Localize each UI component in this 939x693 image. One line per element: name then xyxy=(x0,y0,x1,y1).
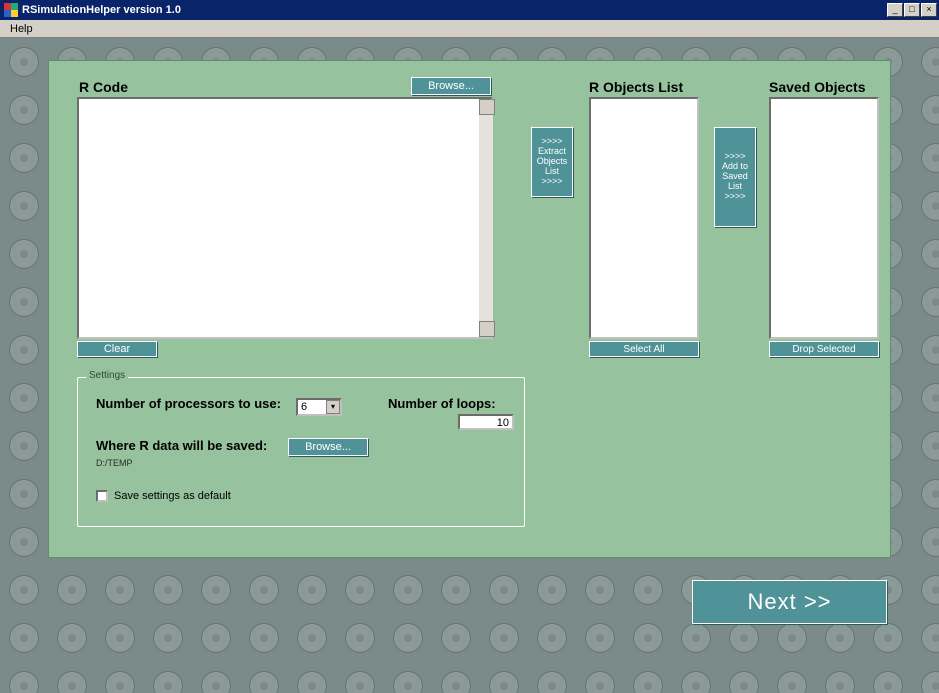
clear-button[interactable]: Clear xyxy=(77,341,157,357)
maximize-button[interactable]: □ xyxy=(904,3,920,17)
menu-bar: Help xyxy=(0,20,939,38)
chevron-down-icon: ▾ xyxy=(326,400,340,414)
select-all-button[interactable]: Select All xyxy=(589,341,699,357)
app-icon xyxy=(4,3,18,17)
saved-objects-listbox[interactable] xyxy=(769,97,879,339)
save-path-text: D:/TEMP xyxy=(96,458,133,468)
label-saved: Saved Objects xyxy=(769,79,866,95)
label-robjects: R Objects List xyxy=(589,79,683,95)
save-default-checkbox[interactable] xyxy=(96,490,108,502)
extract-objects-button[interactable]: >>>> Extract Objects List >>>> xyxy=(531,127,573,197)
window-titlebar: RSimulationHelper version 1.0 _ □ × xyxy=(0,0,939,20)
label-rcode: R Code xyxy=(79,79,128,95)
browse-code-button[interactable]: Browse... xyxy=(411,77,491,95)
browse-savepath-button[interactable]: Browse... xyxy=(288,438,368,456)
code-scrollbar[interactable] xyxy=(479,99,493,337)
drop-selected-button[interactable]: Drop Selected xyxy=(769,341,879,357)
r-code-textarea[interactable] xyxy=(77,97,493,339)
processors-value: 6 xyxy=(301,401,307,413)
r-objects-listbox[interactable] xyxy=(589,97,699,339)
menu-help[interactable]: Help xyxy=(4,22,39,36)
label-savepath: Where R data will be saved: xyxy=(96,438,267,453)
client-area: R Code Browse... Clear >>>> Extract Obje… xyxy=(0,38,939,693)
window-title: RSimulationHelper version 1.0 xyxy=(22,4,886,16)
loops-input[interactable]: 10 xyxy=(458,414,514,430)
label-loops: Number of loops: xyxy=(388,396,496,411)
close-button[interactable]: × xyxy=(921,3,937,17)
settings-groupbox: Number of processors to use: 6 ▾ Number … xyxy=(77,377,525,527)
label-processors: Number of processors to use: xyxy=(96,396,281,411)
processors-combobox[interactable]: 6 ▾ xyxy=(296,398,342,416)
minimize-button[interactable]: _ xyxy=(887,3,903,17)
next-button[interactable]: Next >> xyxy=(692,580,887,624)
add-to-saved-button[interactable]: >>>> Add to Saved List >>>> xyxy=(714,127,756,227)
save-default-label: Save settings as default xyxy=(114,490,231,502)
save-default-row[interactable]: Save settings as default xyxy=(96,490,231,502)
main-panel: R Code Browse... Clear >>>> Extract Obje… xyxy=(48,60,891,558)
